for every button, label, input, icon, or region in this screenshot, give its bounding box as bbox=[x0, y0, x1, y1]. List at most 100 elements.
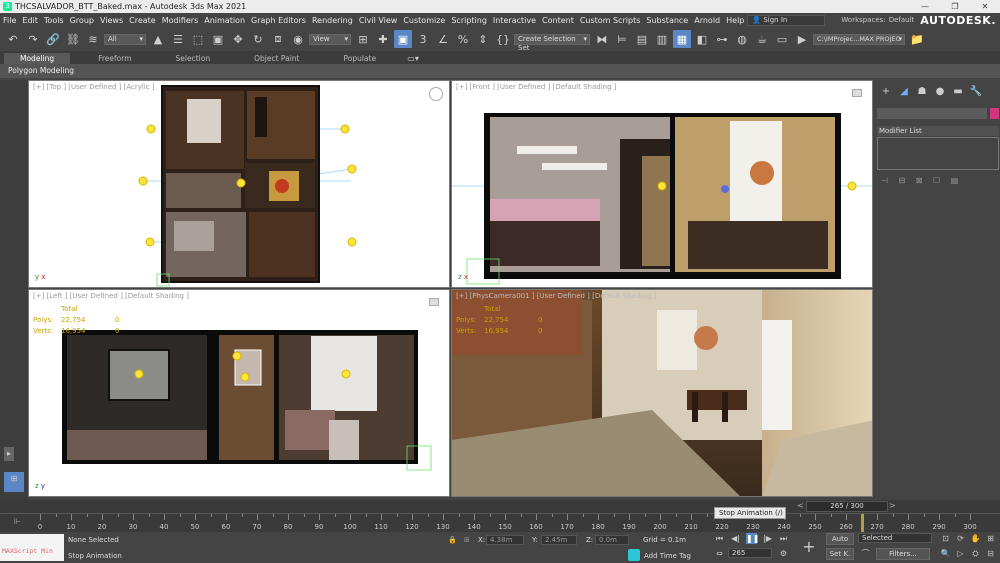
render-setup-icon[interactable]: ☕ bbox=[753, 30, 771, 48]
x-coord-field[interactable]: 4.38m bbox=[486, 535, 524, 545]
stack-tools-icons[interactable]: ⊣ ⊟ ⊠ ☐ ▤ bbox=[881, 176, 962, 185]
curve-editor-icon[interactable]: ◧ bbox=[693, 30, 711, 48]
prev-frame-arrow-icon[interactable]: < bbox=[797, 501, 804, 510]
key-filter-dropdown[interactable]: Selected bbox=[858, 533, 932, 543]
z-coord-field[interactable]: 0.0m bbox=[595, 535, 629, 545]
angle-snap-icon[interactable]: ∠ bbox=[434, 30, 452, 48]
isolate-selection-icon[interactable]: 🔒 bbox=[448, 536, 457, 544]
menu-content[interactable]: Content bbox=[539, 16, 577, 25]
hierarchy-tab-icon[interactable]: ☗ bbox=[913, 86, 931, 97]
modifier-list-dropdown[interactable]: Modifier List bbox=[877, 126, 999, 136]
menu-file[interactable]: File bbox=[0, 16, 19, 25]
placement-icon[interactable]: ◉ bbox=[289, 30, 307, 48]
menu-views[interactable]: Views bbox=[97, 16, 126, 25]
menu-scripting[interactable]: Scripting bbox=[448, 16, 490, 25]
viewport-front-label[interactable]: [+] [Front ] [User Defined ] [Default Sh… bbox=[456, 83, 616, 91]
display-tab-icon[interactable]: ▬ bbox=[949, 86, 967, 97]
undo-icon[interactable]: ↶ bbox=[4, 30, 22, 48]
time-slider-thumb[interactable]: 265 / 300 bbox=[806, 501, 888, 512]
set-key-button[interactable]: Set K. bbox=[826, 548, 854, 560]
link-icon[interactable]: 🔗 bbox=[44, 30, 62, 48]
polygon-modeling-label[interactable]: Polygon Modeling bbox=[8, 66, 74, 75]
create-tab-icon[interactable]: + bbox=[877, 86, 895, 97]
percent-snap-icon[interactable]: % bbox=[454, 30, 472, 48]
viewport-layout-icon[interactable]: ⊞ bbox=[4, 472, 24, 492]
move-icon[interactable]: ✥ bbox=[229, 30, 247, 48]
object-color-swatch[interactable] bbox=[990, 108, 999, 119]
schematic-view-icon[interactable]: ⊶ bbox=[713, 30, 731, 48]
add-time-tag-button[interactable]: Add Time Tag bbox=[644, 552, 691, 560]
workspace-dropdown[interactable]: Default bbox=[889, 16, 915, 24]
tab-freeform[interactable]: Freeform bbox=[82, 53, 147, 64]
rotate-icon[interactable]: ↻ bbox=[249, 30, 267, 48]
current-frame-field[interactable]: 265 bbox=[728, 548, 772, 558]
utilities-tab-icon[interactable]: 🔧 bbox=[967, 86, 985, 97]
window-crossing-icon[interactable]: ▣ bbox=[209, 30, 227, 48]
viewport-camera[interactable]: [+] [PhysCamera001 ] [User Defined ] [De… bbox=[451, 289, 873, 497]
pivot-center-icon[interactable]: ⊞ bbox=[354, 30, 372, 48]
menu-modifiers[interactable]: Modifiers bbox=[159, 16, 202, 25]
menu-civil-view[interactable]: Civil View bbox=[356, 16, 401, 25]
menu-help[interactable]: Help bbox=[723, 16, 747, 25]
menu-custom-scripts[interactable]: Custom Scripts bbox=[577, 16, 644, 25]
ref-coord-dropdown[interactable]: View bbox=[309, 33, 351, 45]
menu-group[interactable]: Group bbox=[67, 16, 97, 25]
sign-in-dropdown[interactable]: 👤 Sign In bbox=[747, 14, 826, 26]
modifier-stack[interactable] bbox=[877, 137, 999, 170]
set-key-icon[interactable]: + bbox=[800, 538, 818, 556]
menu-animation[interactable]: Animation bbox=[201, 16, 248, 25]
tab-modeling[interactable]: Modeling bbox=[4, 53, 71, 64]
unlink-icon[interactable]: ⛓ bbox=[64, 30, 82, 48]
field-of-view-icon[interactable]: ▷ bbox=[955, 548, 966, 559]
key-tangent-icon[interactable]: ⌒ bbox=[860, 548, 871, 559]
redo-icon[interactable]: ↷ bbox=[24, 30, 42, 48]
menu-rendering[interactable]: Rendering bbox=[309, 16, 356, 25]
track-bar[interactable]: ⊩ 0 10 20 30 40 50 60 70 80 90 100 110 120 130 140 150 1… bbox=[0, 513, 1000, 532]
key-mode-icon[interactable]: ⇔ bbox=[714, 548, 725, 559]
next-frame-icon[interactable]: |▶ bbox=[762, 533, 773, 544]
named-selection-set-dropdown[interactable]: Create Selection Set bbox=[514, 33, 590, 52]
viewport-top[interactable]: [+] [Top ] [User Defined ] [Acrylic ] y … bbox=[28, 80, 450, 288]
rendered-frame-window-icon[interactable]: ▭ bbox=[773, 30, 791, 48]
absolute-mode-icon[interactable]: ⊞ bbox=[464, 536, 470, 544]
material-editor-icon[interactable]: ◍ bbox=[733, 30, 751, 48]
expand-arrow-icon[interactable]: ▸ bbox=[4, 447, 14, 461]
go-to-end-icon[interactable]: ⏭ bbox=[778, 533, 789, 544]
keyboard-shortcut-toggle-icon[interactable]: ▣ bbox=[394, 30, 412, 48]
restore-icon[interactable]: ❐ bbox=[940, 2, 970, 11]
menu-interactive[interactable]: Interactive bbox=[490, 16, 539, 25]
menu-arnold[interactable]: Arnold bbox=[691, 16, 723, 25]
spinner-snap-icon[interactable]: ⇕ bbox=[474, 30, 492, 48]
viewport-left[interactable]: [+] [Left ] [User Defined ] [Default Sha… bbox=[28, 289, 450, 497]
time-configuration-icon[interactable]: ⚙ bbox=[778, 548, 789, 559]
selection-filter-dropdown[interactable]: All bbox=[104, 33, 146, 45]
auto-key-button[interactable]: Auto bbox=[826, 533, 854, 545]
modify-tab-icon[interactable]: ◢ bbox=[895, 86, 913, 97]
align-icon[interactable]: ⊨ bbox=[613, 30, 631, 48]
project-folder-icon[interactable]: 📁 bbox=[908, 30, 926, 48]
select-object-icon[interactable]: ▲ bbox=[149, 30, 167, 48]
rect-selection-icon[interactable]: ⬚ bbox=[189, 30, 207, 48]
time-slider[interactable]: < 265 / 300 > bbox=[0, 500, 1000, 513]
render-production-icon[interactable]: ▶ bbox=[793, 30, 811, 48]
frame-ruler[interactable]: 0 10 20 30 40 50 60 70 80 90 100 110 120 130 140 150 160… bbox=[38, 514, 977, 533]
tab-populate[interactable]: Populate bbox=[327, 53, 392, 64]
layer-explorer-icon[interactable]: ▥ bbox=[653, 30, 671, 48]
menu-customize[interactable]: Customize bbox=[400, 16, 448, 25]
edit-named-sel-icon[interactable]: {} bbox=[494, 30, 512, 48]
time-tag-icon[interactable] bbox=[628, 549, 640, 561]
menu-tools[interactable]: Tools bbox=[41, 16, 67, 25]
scale-icon[interactable]: ⧈ bbox=[269, 30, 287, 48]
menu-substance[interactable]: Substance bbox=[643, 16, 691, 25]
zoom-extents-icon[interactable]: ⊡ bbox=[940, 533, 951, 544]
viewport-front[interactable]: [+] [Front ] [User Defined ] [Default Sh… bbox=[451, 80, 873, 288]
object-name-field[interactable] bbox=[877, 108, 987, 119]
y-coord-field[interactable]: 2.45m bbox=[541, 535, 577, 545]
previous-frame-icon[interactable]: ◀| bbox=[730, 533, 741, 544]
close-icon[interactable]: ✕ bbox=[970, 2, 1000, 11]
next-frame-arrow-icon[interactable]: > bbox=[889, 501, 896, 510]
current-frame-marker[interactable] bbox=[860, 514, 864, 532]
zoom-icon[interactable]: 🔍 bbox=[940, 548, 951, 559]
mini-curve-editor-icon[interactable]: ⊩ bbox=[14, 517, 21, 526]
project-folder-dropdown[interactable]: C:\IMProjec...MAX PROJEC bbox=[813, 33, 905, 45]
